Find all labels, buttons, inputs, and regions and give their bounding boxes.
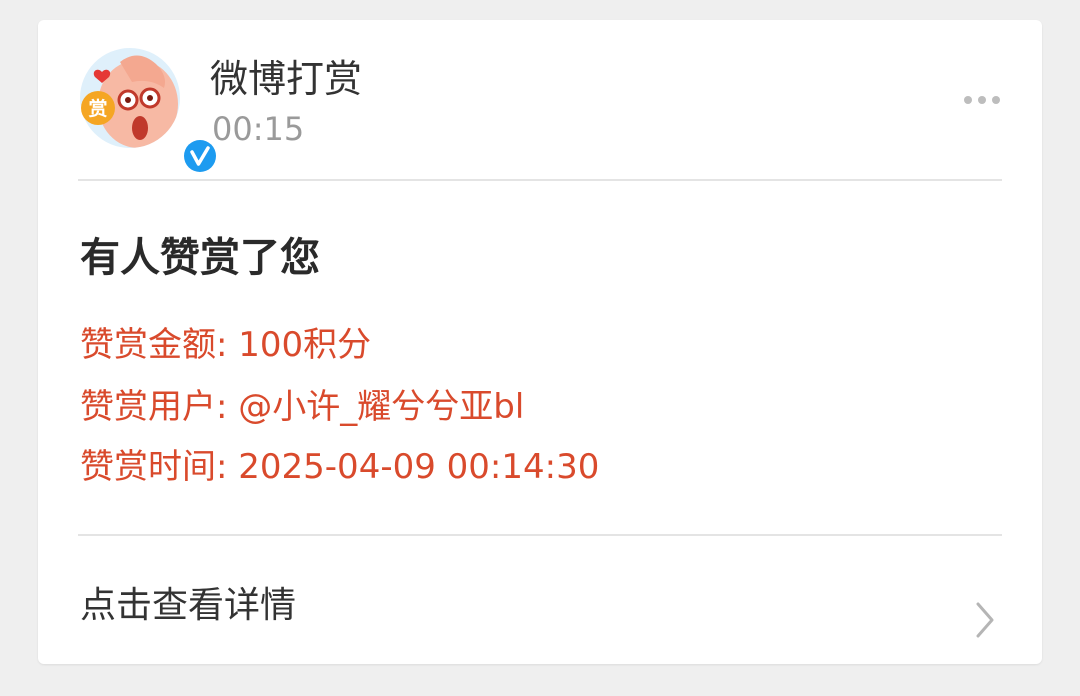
avatar-badge-text: 赏 xyxy=(88,97,107,120)
view-details-label: 点击查看详情 xyxy=(80,585,297,626)
notification-title: 有人赞赏了您 xyxy=(80,235,320,281)
avatar-image: 赏 xyxy=(80,48,180,148)
header-divider xyxy=(78,179,1002,181)
sender-name: 微博打赏 xyxy=(210,57,363,101)
notification-card: 赏 微博打赏 00:15 有人赞赏了您 赞赏金额: 100积分 赞赏用户: @小… xyxy=(38,20,1042,664)
reward-time: 赞赏时间: 2025-04-09 00:14:30 xyxy=(80,447,600,487)
message-time: 00:15 xyxy=(212,110,305,148)
reward-amount: 赞赏金额: 100积分 xyxy=(80,325,372,365)
card-header: 赏 微博打赏 00:15 xyxy=(38,20,1042,180)
view-details-link[interactable]: 点击查看详情 xyxy=(38,536,1042,664)
reward-user: 赞赏用户: @小许_耀兮兮亚bl xyxy=(80,387,525,427)
avatar[interactable]: 赏 xyxy=(80,48,220,176)
chevron-right-icon xyxy=(976,602,994,638)
more-dots-icon[interactable] xyxy=(958,90,1006,110)
